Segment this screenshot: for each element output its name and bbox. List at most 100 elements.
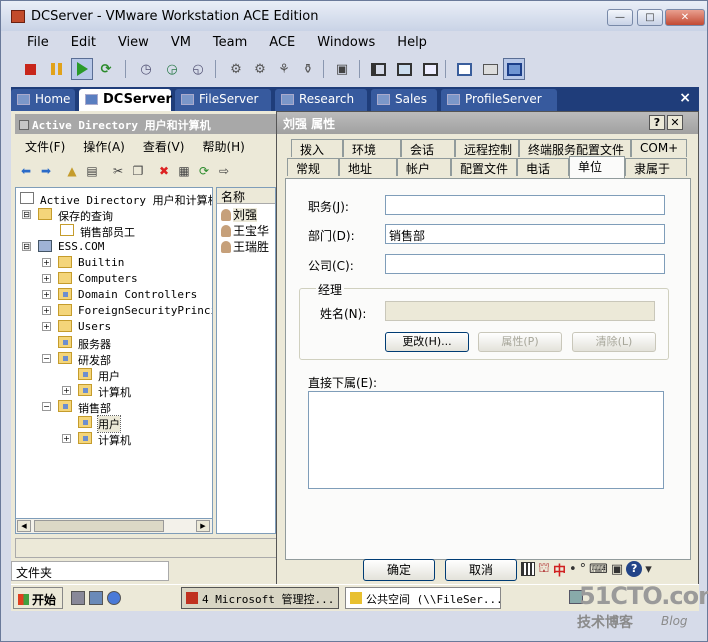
ok-button[interactable]: 确定 <box>363 559 435 581</box>
collapse-icon[interactable]: − <box>42 402 51 411</box>
menu-edit[interactable]: Edit <box>59 33 106 53</box>
mmc-menu-file[interactable]: 文件(F) <box>15 138 73 155</box>
scrollbar-thumb[interactable] <box>34 520 164 532</box>
mmc-menu-view[interactable]: 查看(V) <box>133 138 193 155</box>
expand-icon[interactable]: + <box>42 322 51 331</box>
ie-icon[interactable] <box>107 591 121 605</box>
team-suspend-button[interactable]: ⚙ <box>249 58 271 80</box>
manager-name-field[interactable] <box>385 301 655 321</box>
expand-icon[interactable]: + <box>42 290 51 299</box>
snapshot-button[interactable]: ◷ <box>135 58 157 80</box>
minimize-button[interactable]: — <box>607 9 633 26</box>
menu-vm[interactable]: VM <box>159 33 201 53</box>
fit-guest-button[interactable] <box>419 58 441 80</box>
team-power-button[interactable]: ⚙ <box>225 58 247 80</box>
quicklaunch-server-icon[interactable] <box>71 591 85 605</box>
details-list[interactable]: 名称 刘强 王宝华 王瑞胜 <box>216 187 276 534</box>
close-window-button[interactable]: ✕ <box>665 9 705 26</box>
team-reset-button[interactable]: ⚘ <box>273 58 295 80</box>
mmc-menu-help[interactable]: 帮助(H) <box>192 138 252 155</box>
collapse-icon[interactable]: ⊟ <box>22 210 31 219</box>
expand-icon[interactable]: + <box>42 274 51 283</box>
close-tab-icon[interactable]: × <box>679 90 691 106</box>
ime-pinyin-icon[interactable]: ⛫ <box>538 561 550 578</box>
clear-manager-button[interactable]: 清除(L) <box>572 332 656 352</box>
tab-terminal-services[interactable]: 终端服务配置文件 <box>519 139 631 157</box>
tab-telephones[interactable]: 电话 <box>517 158 569 176</box>
list-item[interactable]: 刘强 <box>221 206 258 222</box>
quick-switch-button[interactable]: ▣ <box>331 58 353 80</box>
tab-sales[interactable]: Sales <box>371 89 437 111</box>
up-folder-button[interactable]: ▲ <box>63 162 81 180</box>
copy-button[interactable]: ❐ <box>129 162 147 180</box>
tab-remote-control[interactable]: 远程控制 <box>455 139 519 157</box>
tab-research[interactable]: Research <box>275 89 367 111</box>
tab-environment[interactable]: 环境 <box>343 139 401 157</box>
scroll-left-icon[interactable]: ◀ <box>17 520 31 532</box>
menu-team[interactable]: Team <box>201 33 257 53</box>
fullscreen-button[interactable] <box>393 58 415 80</box>
tab-com[interactable]: COM+ <box>631 139 687 157</box>
menu-file[interactable]: File <box>15 33 59 53</box>
power-off-button[interactable] <box>19 58 41 80</box>
collapse-icon[interactable]: ⊟ <box>22 242 31 251</box>
tab-home[interactable]: Home <box>11 89 75 111</box>
department-field[interactable]: 销售部 <box>385 224 665 244</box>
tree-horizontal-scrollbar[interactable]: ◀ ▶ <box>15 518 213 534</box>
start-button[interactable]: 开始 <box>13 587 63 609</box>
tab-fileserver[interactable]: FileServer <box>175 89 271 111</box>
change-manager-button[interactable]: 更改(H)... <box>385 332 469 352</box>
delete-button[interactable]: ✖ <box>155 162 173 180</box>
column-header-name[interactable]: 名称 <box>217 188 275 204</box>
menu-help[interactable]: Help <box>385 33 437 53</box>
tab-profileserver[interactable]: ProfileServer <box>441 89 557 111</box>
summary-view-button[interactable] <box>453 58 475 80</box>
ime-softkey-icon[interactable]: ⌨ <box>589 562 608 577</box>
company-field[interactable] <box>385 254 665 274</box>
tab-dcserver[interactable]: DCServer <box>79 89 172 111</box>
show-tree-button[interactable]: ▤ <box>83 162 101 180</box>
tab-profile[interactable]: 配置文件 <box>451 158 517 176</box>
team-stop-button[interactable]: ⚱ <box>297 58 319 80</box>
refresh-button[interactable]: ⟳ <box>195 162 213 180</box>
menu-ace[interactable]: ACE <box>257 33 305 53</box>
properties-button[interactable]: ▦ <box>175 162 193 180</box>
mmc-menu-action[interactable]: 操作(A) <box>73 138 133 155</box>
expand-icon[interactable]: + <box>42 258 51 267</box>
expand-icon[interactable]: + <box>42 306 51 315</box>
ime-fullwidth-icon[interactable]: • <box>569 562 577 577</box>
tab-dial-in[interactable]: 拨入 <box>291 139 343 157</box>
tab-address[interactable]: 地址 <box>339 158 397 176</box>
tab-account[interactable]: 帐户 <box>397 158 451 176</box>
ime-keyboard-icon[interactable] <box>521 562 535 576</box>
menu-windows[interactable]: Windows <box>305 33 385 53</box>
power-on-button[interactable] <box>71 58 93 80</box>
suspend-button[interactable] <box>45 58 67 80</box>
tab-sessions[interactable]: 会话 <box>401 139 455 157</box>
show-desktop-icon[interactable] <box>89 591 103 605</box>
show-sidebar-button[interactable] <box>367 58 389 80</box>
help-icon[interactable]: ? <box>649 115 665 130</box>
task-mmc[interactable]: 4 Microsoft 管理控... <box>181 587 339 609</box>
snapshot-manager-button[interactable]: ◵ <box>187 58 209 80</box>
console-view-button[interactable] <box>503 58 525 80</box>
appliance-view-button[interactable] <box>479 58 501 80</box>
tray-network-icon[interactable] <box>569 590 583 604</box>
task-explorer[interactable]: 公共空间 (\\FileSer... <box>345 587 501 609</box>
back-button[interactable]: ⬅ <box>17 162 35 180</box>
cut-button[interactable]: ✂ <box>109 162 127 180</box>
tab-general[interactable]: 常规 <box>287 158 339 176</box>
list-item[interactable]: 王宝华 <box>221 222 269 238</box>
console-tree[interactable]: Active Directory 用户和计算机 ⊟ 保存的查询 销售部员工 ⊟ ES… <box>15 187 213 534</box>
forward-button[interactable]: ➡ <box>37 162 55 180</box>
ime-help-icon[interactable]: ? <box>626 561 643 577</box>
list-item[interactable]: 王瑞胜 <box>221 238 269 254</box>
close-icon[interactable]: ✕ <box>667 115 683 130</box>
ime-settings-icon[interactable]: ▣ <box>611 562 623 577</box>
ime-punct-icon[interactable]: ° <box>580 562 587 577</box>
reset-button[interactable]: ⟳ <box>95 58 117 80</box>
tab-member-of[interactable]: 隶属于 <box>625 158 687 176</box>
expand-icon[interactable]: + <box>62 386 71 395</box>
expand-icon[interactable]: + <box>62 434 71 443</box>
direct-reports-list[interactable] <box>308 391 664 489</box>
